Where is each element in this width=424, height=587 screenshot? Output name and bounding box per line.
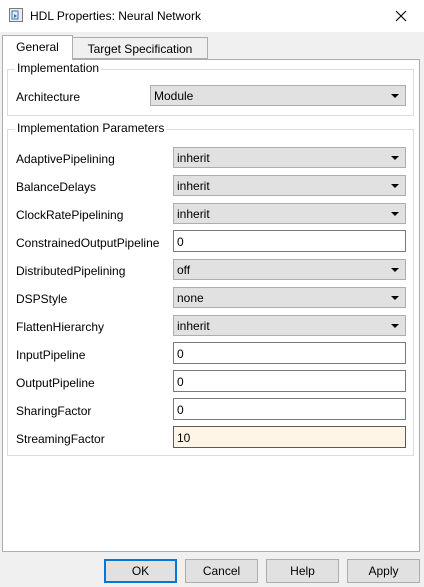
app-icon xyxy=(9,8,23,22)
apply-button[interactable]: Apply xyxy=(347,559,420,583)
distributed-pipelining-value: off xyxy=(177,263,191,277)
tab-target-specification[interactable]: Target Specification xyxy=(73,37,208,59)
input-pipeline-label: InputPipeline xyxy=(16,348,86,362)
implementation-group-title: Implementation xyxy=(15,61,102,75)
sharing-factor-label: SharingFactor xyxy=(16,404,92,418)
sharing-factor-value: 0 xyxy=(177,403,184,417)
adaptive-pipelining-label: AdaptivePipelining xyxy=(16,152,115,166)
chevron-down-icon xyxy=(391,296,399,300)
cancel-button[interactable]: Cancel xyxy=(185,559,258,583)
dsp-style-label: DSPStyle xyxy=(16,292,68,306)
output-pipeline-value: 0 xyxy=(177,375,184,389)
output-pipeline-input[interactable]: 0 xyxy=(173,370,406,392)
distributed-pipelining-dropdown[interactable]: off xyxy=(173,259,406,280)
window-title: HDL Properties: Neural Network xyxy=(30,9,201,23)
clock-rate-pipelining-value: inherit xyxy=(177,207,210,221)
balance-delays-value: inherit xyxy=(177,179,210,193)
title-bar: HDL Properties: Neural Network xyxy=(0,0,424,32)
streaming-factor-label: StreamingFactor xyxy=(16,432,105,446)
ok-button[interactable]: OK xyxy=(104,559,177,583)
adaptive-pipelining-value: inherit xyxy=(177,151,210,165)
chevron-down-icon xyxy=(391,184,399,188)
constrained-output-pipeline-input[interactable]: 0 xyxy=(173,230,406,252)
dsp-style-value: none xyxy=(177,291,204,305)
flatten-hierarchy-dropdown[interactable]: inherit xyxy=(173,315,406,336)
dsp-style-dropdown[interactable]: none xyxy=(173,287,406,308)
close-button[interactable] xyxy=(378,0,424,32)
implementation-parameters-group-title: Implementation Parameters xyxy=(15,121,167,135)
chevron-down-icon xyxy=(391,94,399,98)
input-pipeline-value: 0 xyxy=(177,347,184,361)
output-pipeline-label: OutputPipeline xyxy=(16,376,95,390)
close-icon xyxy=(395,10,407,22)
chevron-down-icon xyxy=(391,156,399,160)
flatten-hierarchy-label: FlattenHierarchy xyxy=(16,320,105,334)
architecture-value: Module xyxy=(154,89,194,103)
chevron-down-icon xyxy=(391,268,399,272)
help-button[interactable]: Help xyxy=(266,559,339,583)
architecture-label: Architecture xyxy=(16,90,81,104)
balance-delays-label: BalanceDelays xyxy=(16,180,97,194)
chevron-down-icon xyxy=(391,212,399,216)
streaming-factor-input[interactable]: 10 xyxy=(173,426,406,448)
chevron-down-icon xyxy=(391,324,399,328)
distributed-pipelining-label: DistributedPipelining xyxy=(16,264,126,278)
input-pipeline-input[interactable]: 0 xyxy=(173,342,406,364)
clock-rate-pipelining-label: ClockRatePipelining xyxy=(16,208,124,222)
tab-general[interactable]: General xyxy=(2,35,73,60)
adaptive-pipelining-dropdown[interactable]: inherit xyxy=(173,147,406,168)
flatten-hierarchy-value: inherit xyxy=(177,319,210,333)
streaming-factor-value: 10 xyxy=(177,431,191,445)
sharing-factor-input[interactable]: 0 xyxy=(173,398,406,420)
clock-rate-pipelining-dropdown[interactable]: inherit xyxy=(173,203,406,224)
balance-delays-dropdown[interactable]: inherit xyxy=(173,175,406,196)
constrained-output-pipeline-value: 0 xyxy=(177,235,184,249)
architecture-dropdown[interactable]: Module xyxy=(150,85,406,106)
constrained-output-pipeline-label: ConstrainedOutputPipeline xyxy=(16,236,160,250)
